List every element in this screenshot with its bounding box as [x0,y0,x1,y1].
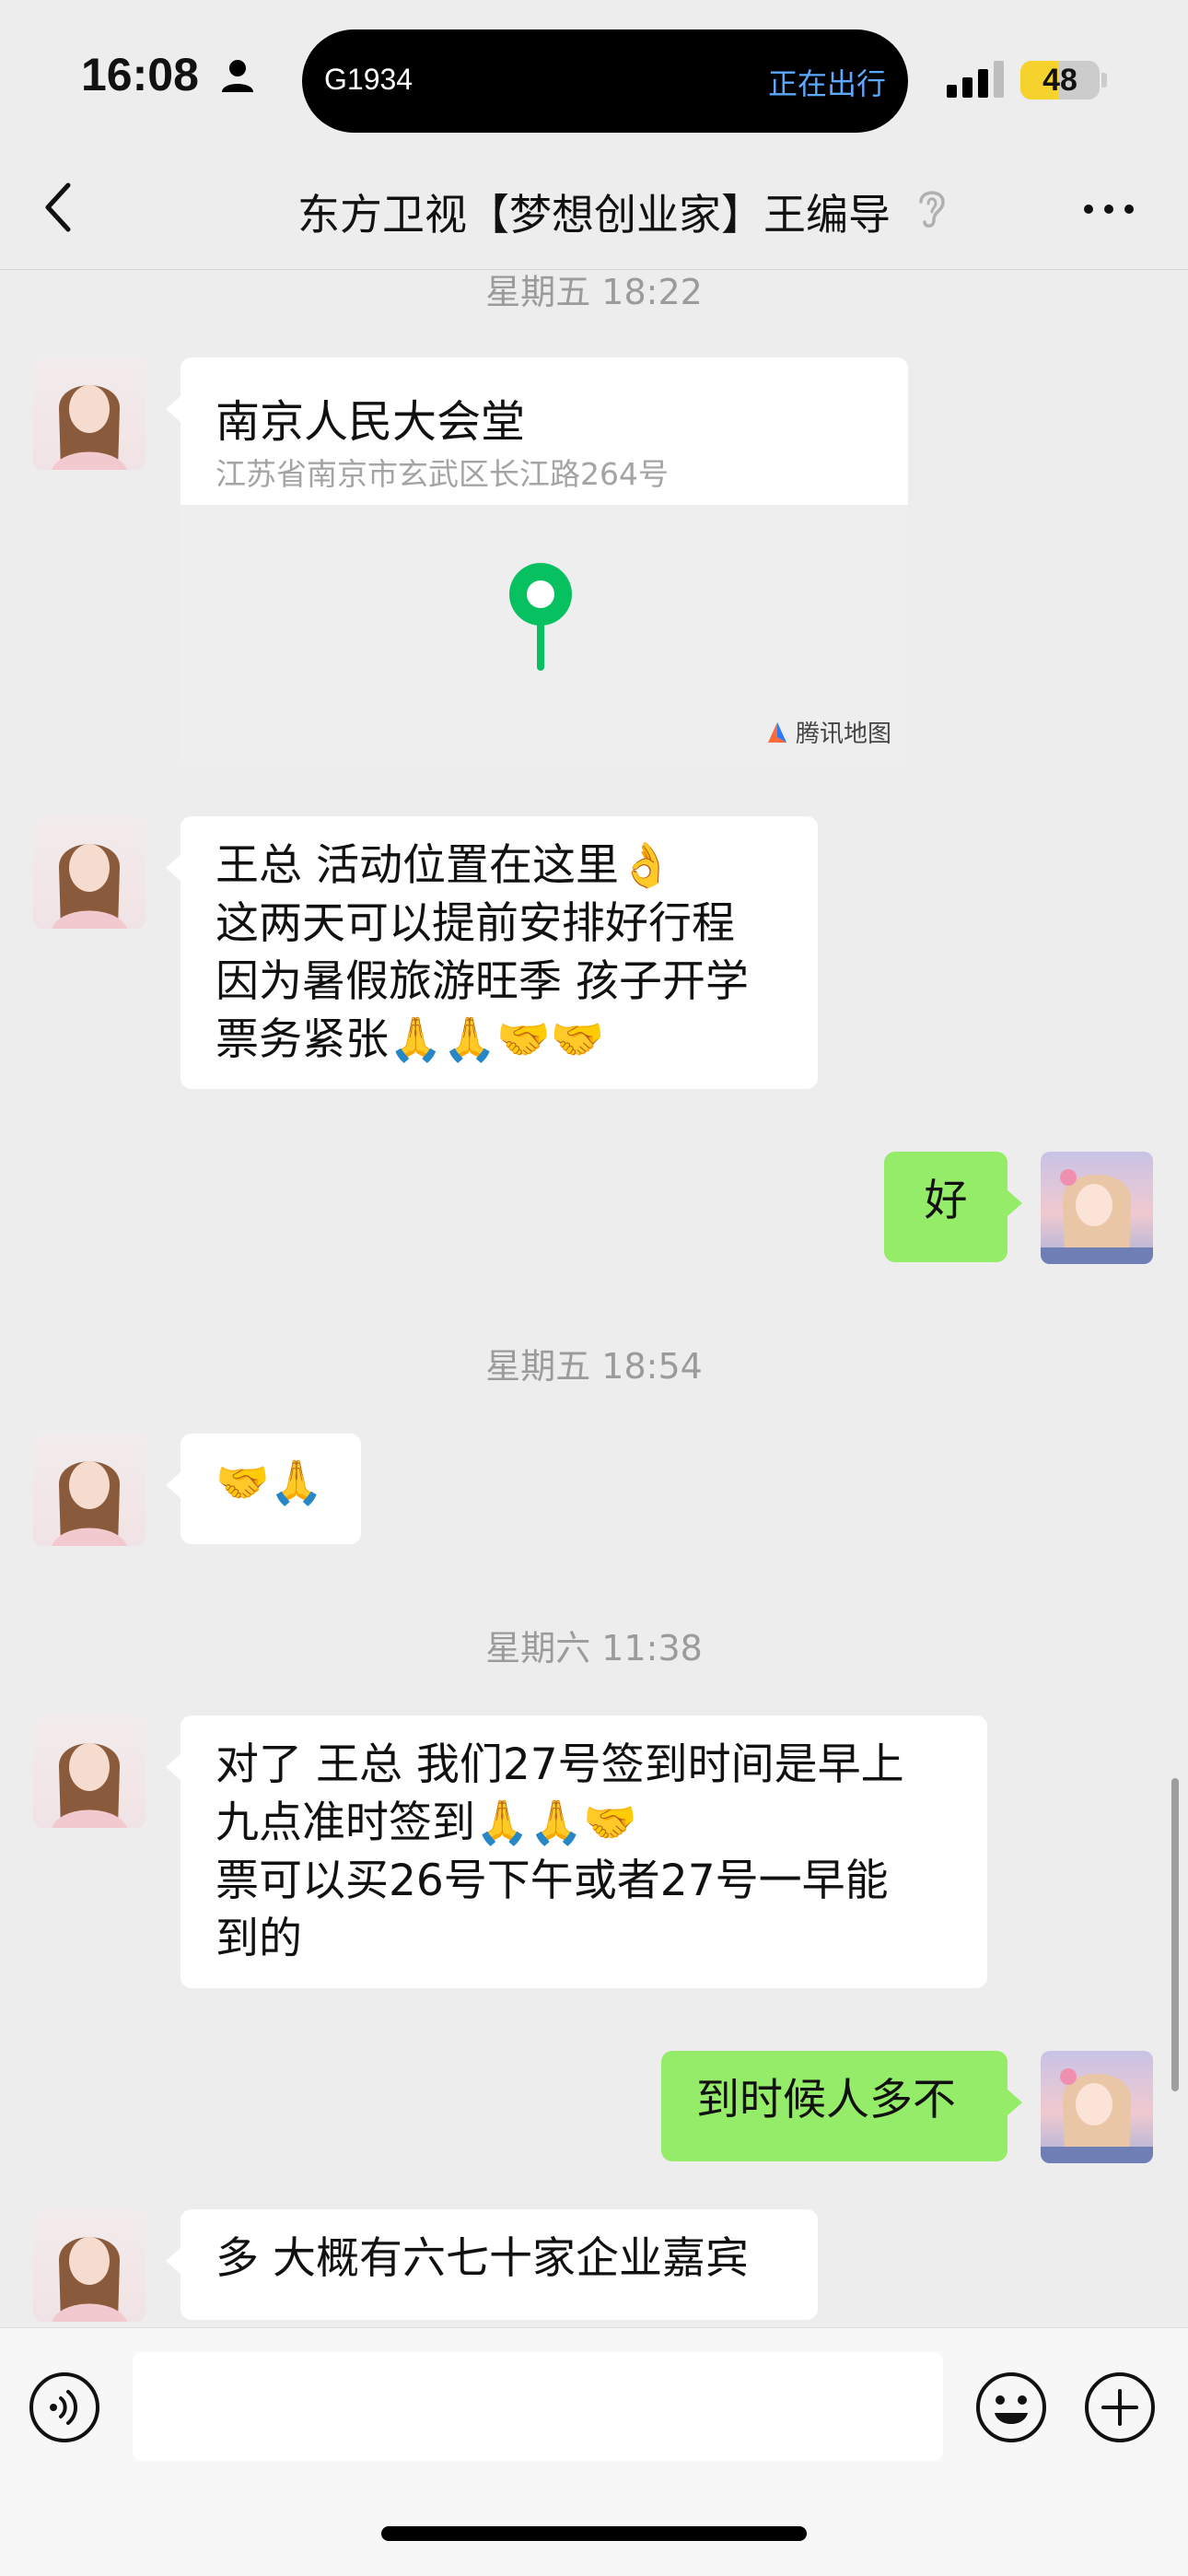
timestamp: 星期五 18:54 [485,1346,703,1387]
more-icon[interactable] [1081,200,1136,218]
message-line: 票可以买26号下午或者27号一早能 [215,1856,889,1906]
chat-scrollbar[interactable] [1171,1778,1179,2091]
message-bubble-outgoing[interactable]: 好 [884,1152,1007,1262]
message-line: 因为暑假旅游旺季 孩子开学 [215,956,749,1007]
my-avatar[interactable] [1041,1152,1153,1264]
voice-icon[interactable] [28,2371,101,2444]
bubble-tail [166,2248,181,2274]
message-bubble-incoming[interactable]: 对了 王总 我们27号签到时间是早上 九点准时签到🙏🙏🤝 票可以买26号下午或者… [181,1715,987,1988]
avatar-girl-image [52,385,127,470]
message-bubble-outgoing[interactable]: 到时候人多不 [661,2051,1007,2161]
message-bubble-incoming[interactable]: 王总 活动位置在这里👌 这两天可以提前安排好行程 因为暑假旅游旺季 孩子开学 票… [181,816,818,1089]
bubble-tail [166,396,181,422]
location-card[interactable]: 南京人民大会堂 江苏省南京市玄武区长江路264号 腾讯地图 [181,357,908,768]
chat-header: 东方卫视【梦想创业家】王编导 [0,152,1188,270]
avatar-girl-image [52,2237,127,2322]
avatar[interactable] [33,1434,146,1546]
my-avatar[interactable] [1041,2051,1153,2163]
map-brand: 腾讯地图 [764,715,891,749]
bubble-tail [1007,2090,1022,2115]
bubble-tail [1007,1190,1022,1216]
avatar-girl-image [52,844,127,929]
avatar[interactable] [33,2209,146,2322]
message-line: 九点准时签到🙏🙏🤝 [215,1797,637,1848]
trip-status: 正在出行 [767,66,886,101]
tencent-map-logo-icon [767,722,786,743]
timestamp: 星期六 11:38 [485,1628,703,1669]
status-time: 16:08 [81,49,199,100]
location-address: 江苏省南京市玄武区长江路264号 [215,456,669,492]
battery-level: 48 [1042,63,1077,98]
avatar[interactable] [33,357,146,470]
message-line: 到的 [215,1914,302,1964]
person-icon [222,60,253,92]
home-indicator[interactable] [381,2526,807,2541]
bubble-tail [166,855,181,881]
battery-indicator: 48 [1020,61,1100,100]
message-bubble-incoming[interactable]: 多 大概有六七十家企业嘉宾 [181,2209,818,2320]
map-pin-icon [509,563,572,671]
message-bubble-incoming[interactable]: 🤝🙏 [181,1434,361,1544]
bubble-tail [166,1754,181,1780]
emoji-icon[interactable] [974,2371,1048,2444]
back-icon[interactable] [41,180,77,235]
map-preview[interactable]: 腾讯地图 [181,505,908,768]
plus-icon[interactable] [1083,2371,1157,2444]
ear-icon [919,191,945,228]
map-brand-label: 腾讯地图 [795,720,891,748]
battery-cap [1101,73,1107,88]
avatar-girl-image [52,1743,127,1828]
message-input[interactable] [133,2352,943,2461]
message-line: 对了 王总 我们27号签到时间是早上 [215,1739,904,1790]
bubble-tail [166,1472,181,1498]
message-line: 票务紧张🙏🙏🤝🤝 [215,1014,605,1065]
avatar-anime-image [1041,2068,1153,2163]
avatar[interactable] [33,816,146,929]
timestamp: 星期五 18:22 [485,272,703,312]
avatar[interactable] [33,1715,146,1828]
train-number: G1934 [324,63,413,96]
live-activity-island[interactable]: G1934 正在出行 [302,29,908,133]
message-line: 这两天可以提前安排好行程 [215,898,735,949]
message-line: 王总 活动位置在这里👌 [215,840,673,891]
avatar-girl-image [52,1461,127,1546]
location-name: 南京人民大会堂 [215,396,526,448]
signal-icon [947,61,1004,98]
avatar-anime-image [1041,1169,1153,1264]
